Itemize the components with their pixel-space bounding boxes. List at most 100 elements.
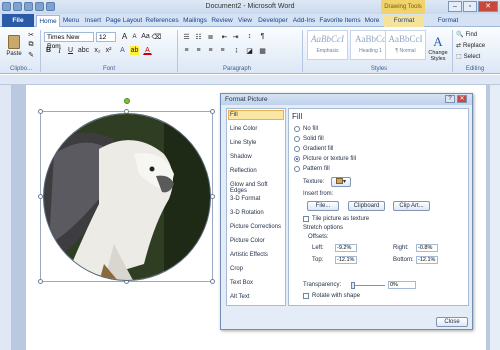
tab-review[interactable]: Review: [210, 15, 234, 27]
change-case-icon[interactable]: Aa: [141, 32, 150, 41]
category-line-color[interactable]: Line Color: [230, 126, 257, 132]
underline-button[interactable]: U: [66, 46, 75, 55]
tab-add-ins[interactable]: Add-Ins: [291, 15, 317, 27]
tab-more[interactable]: More: [363, 15, 381, 27]
change-styles-button[interactable]: A Change Styles: [427, 30, 449, 66]
resize-handle[interactable]: [38, 109, 43, 114]
shading-icon[interactable]: ◪: [245, 46, 254, 55]
category-3d-format[interactable]: 3-D Format: [230, 196, 260, 202]
multilevel-list-icon[interactable]: ≣: [206, 32, 215, 41]
category-line-style[interactable]: Line Style: [230, 140, 256, 146]
strikethrough-icon[interactable]: abc: [78, 46, 89, 55]
bottom-offset-input[interactable]: -12.1%: [416, 256, 438, 264]
close-button[interactable]: Close: [436, 317, 468, 327]
subscript-icon[interactable]: x₂: [93, 46, 102, 55]
radio-solid-fill[interactable]: [294, 136, 300, 142]
radio-gradient-fill[interactable]: [294, 146, 300, 152]
tab-developer[interactable]: Developer: [257, 15, 289, 27]
category-3d-rotation[interactable]: 3-D Rotation: [230, 210, 264, 216]
minimize-button[interactable]: –: [448, 1, 462, 12]
replace-button[interactable]: ⇄ Replace: [455, 41, 495, 50]
cut-icon[interactable]: ✂: [27, 31, 35, 39]
file-button[interactable]: File...: [307, 201, 339, 211]
transparency-slider-thumb[interactable]: [351, 282, 355, 289]
justify-icon[interactable]: ≡: [218, 46, 227, 55]
category-picture-corrections[interactable]: Picture Corrections: [230, 224, 281, 230]
category-fill[interactable]: Fill: [230, 112, 238, 118]
grow-font-icon[interactable]: A: [120, 32, 129, 41]
tab-file[interactable]: File: [2, 14, 34, 27]
show-marks-icon[interactable]: ¶: [258, 32, 267, 41]
superscript-icon[interactable]: x²: [104, 46, 113, 55]
tab-format-drawing[interactable]: Format: [384, 15, 424, 27]
label-solid-fill[interactable]: Solid fill: [303, 136, 324, 142]
decrease-indent-icon[interactable]: ⇤: [220, 32, 229, 41]
find-button[interactable]: 🔍 Find: [455, 30, 495, 39]
category-picture-color[interactable]: Picture Color: [230, 238, 265, 244]
vertical-ruler[interactable]: [0, 85, 12, 350]
left-offset-input[interactable]: -9.2%: [335, 244, 357, 252]
close-window-button[interactable]: ✕: [478, 1, 498, 12]
tab-view[interactable]: View: [235, 15, 255, 27]
dialog-title[interactable]: Format Picture: [221, 94, 472, 105]
transparency-input[interactable]: 0%: [388, 281, 416, 289]
shrink-font-icon[interactable]: A: [130, 32, 139, 41]
rotation-handle[interactable]: [124, 98, 130, 104]
font-color-icon[interactable]: A: [143, 46, 152, 55]
eagle-picture[interactable]: [43, 113, 211, 281]
tab-home[interactable]: Home: [36, 15, 60, 27]
clip-art-button[interactable]: Clip Art...: [393, 201, 430, 211]
category-glow[interactable]: Glow and Soft Edges: [230, 182, 285, 194]
tab-menu[interactable]: Menu: [61, 15, 81, 27]
sort-icon[interactable]: ↕: [245, 32, 254, 41]
format-painter-icon[interactable]: ✎: [27, 51, 35, 59]
rotate-label[interactable]: Rotate with shape: [312, 293, 360, 299]
dialog-help-icon[interactable]: ?: [445, 95, 455, 103]
category-text-box[interactable]: Text Box: [230, 280, 253, 286]
top-offset-input[interactable]: -12.1%: [335, 256, 357, 264]
radio-picture-fill[interactable]: [294, 156, 300, 162]
select-button[interactable]: ⬚ Select: [455, 52, 495, 61]
text-effects-icon[interactable]: A: [118, 46, 127, 55]
line-spacing-icon[interactable]: ↨: [232, 46, 241, 55]
font-size-field[interactable]: 12: [96, 32, 116, 42]
label-picture-fill[interactable]: Picture or texture fill: [303, 156, 356, 162]
horizontal-ruler[interactable]: [0, 75, 500, 85]
clipboard-button[interactable]: Clipboard: [348, 201, 385, 211]
bullets-icon[interactable]: ☰: [182, 32, 191, 41]
increase-indent-icon[interactable]: ⇥: [231, 32, 240, 41]
texture-dropdown[interactable]: ▾: [331, 177, 351, 187]
radio-pattern-fill[interactable]: [294, 166, 300, 172]
align-left-icon[interactable]: ≡: [182, 46, 191, 55]
clear-format-icon[interactable]: ⌫: [152, 32, 162, 41]
radio-no-fill[interactable]: [294, 126, 300, 132]
category-alt-text[interactable]: Alt Text: [230, 294, 250, 300]
style-normal[interactable]: AaBbCcI ¶ Normal: [385, 30, 426, 60]
tile-label[interactable]: Tile picture as texture: [312, 216, 369, 222]
align-right-icon[interactable]: ≡: [206, 46, 215, 55]
vertical-scrollbar[interactable]: [489, 85, 500, 350]
highlight-icon[interactable]: ab: [130, 46, 139, 55]
maximize-button[interactable]: ▫: [463, 1, 477, 12]
borders-icon[interactable]: ▦: [258, 46, 267, 55]
style-emphasis[interactable]: AaBbCcI Emphasis: [307, 30, 348, 60]
tab-page-layout[interactable]: Page Layout: [105, 15, 143, 27]
tab-format-picture[interactable]: Format: [428, 15, 468, 27]
copy-icon[interactable]: ⧉: [27, 41, 35, 49]
category-shadow[interactable]: Shadow: [230, 154, 252, 160]
rotate-checkbox[interactable]: [303, 293, 309, 299]
tab-favorite-items[interactable]: Favorite Items: [318, 15, 362, 27]
label-no-fill[interactable]: No fill: [303, 126, 318, 132]
label-pattern-fill[interactable]: Pattern fill: [303, 166, 330, 172]
paste-button[interactable]: Paste: [3, 30, 25, 62]
resize-handle[interactable]: [210, 109, 215, 114]
tab-mailings[interactable]: Mailings: [181, 15, 209, 27]
resize-handle[interactable]: [210, 279, 215, 284]
tab-insert[interactable]: Insert: [83, 15, 103, 27]
label-gradient-fill[interactable]: Gradient fill: [303, 146, 333, 152]
bold-button[interactable]: B: [44, 46, 53, 55]
font-name-field[interactable]: Times New Rom: [44, 32, 94, 50]
right-offset-input[interactable]: -0.8%: [416, 244, 438, 252]
resize-handle[interactable]: [38, 279, 43, 284]
category-reflection[interactable]: Reflection: [230, 168, 257, 174]
